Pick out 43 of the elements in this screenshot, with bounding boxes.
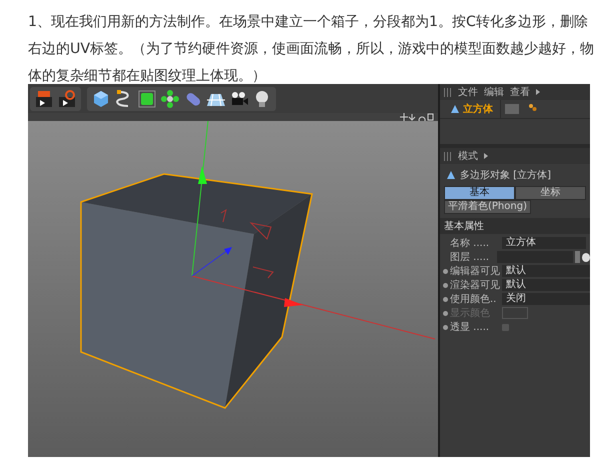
3d-viewport[interactable] <box>28 121 438 457</box>
clapperboard-icon[interactable] <box>34 88 54 108</box>
triangle-icon <box>446 170 456 180</box>
object-tree-item[interactable]: 立方体 <box>440 100 501 118</box>
subdivision-cube-icon[interactable] <box>137 88 157 108</box>
dropdown[interactable]: 关闭 <box>502 293 590 305</box>
name-field[interactable]: 立方体 <box>502 237 586 249</box>
flower-icon[interactable] <box>160 88 180 108</box>
field-label: 名称 ..... <box>450 237 490 250</box>
field-label: 编辑器可见 <box>450 264 500 278</box>
menu-item[interactable]: 查看 <box>510 85 530 99</box>
menu-item[interactable]: 模式 <box>458 149 478 163</box>
clapperboard-gear-icon[interactable] <box>57 88 77 108</box>
checkbox[interactable] <box>502 324 509 330</box>
menu-arrow-icon[interactable] <box>484 153 488 159</box>
pointer-icon[interactable] <box>582 252 590 262</box>
axis-gizmo-drawing[interactable] <box>192 121 436 340</box>
menu-arrow-icon[interactable] <box>536 89 540 95</box>
object-name[interactable]: 立方体 <box>463 102 493 116</box>
article-paragraph: 1、现在我们用新的方法制作。在场景中建立一个箱子，分段都为1。按C转化多边形，删除右边的UV标签。（为了节约硬件资源，使画面流畅，所以，游戏中的模型面数越少越好，物体的复杂细节都在贴图纹理上体现。） <box>27 13 596 84</box>
menu-item[interactable]: 文件 <box>458 85 478 99</box>
field-label: 使用颜色.. <box>450 292 498 306</box>
tab[interactable]: 基本 <box>444 186 515 200</box>
keyframe-dot-icon[interactable] <box>443 324 448 330</box>
keyframe-dot-icon[interactable] <box>443 268 448 274</box>
keyframe-dot-icon[interactable] <box>443 296 448 302</box>
keyframe-dot-icon[interactable] <box>443 282 448 288</box>
dropdown[interactable]: 默认 <box>502 265 590 277</box>
triangle-icon[interactable] <box>450 104 460 114</box>
field-label: 透显 ..... <box>450 320 490 334</box>
cube-icon[interactable] <box>91 88 111 108</box>
field-label: 图层 ..... <box>450 251 490 264</box>
dropdown[interactable]: 默认 <box>502 279 590 291</box>
tab[interactable]: 坐标 <box>515 186 586 200</box>
material-tag-icon[interactable] <box>528 103 538 113</box>
section-header: 基本属性 <box>440 218 590 234</box>
menu-item[interactable]: 编辑 <box>484 85 504 99</box>
layer-field[interactable] <box>497 251 574 263</box>
object-title: 多边形对象 [立方体] <box>460 168 551 182</box>
view-navigation-icon[interactable] <box>400 113 434 121</box>
field-label: 渲染器可见 <box>450 278 500 292</box>
visibility-toggle-icon[interactable] <box>505 104 519 114</box>
tab[interactable]: 平滑着色(Phong) <box>444 200 531 214</box>
